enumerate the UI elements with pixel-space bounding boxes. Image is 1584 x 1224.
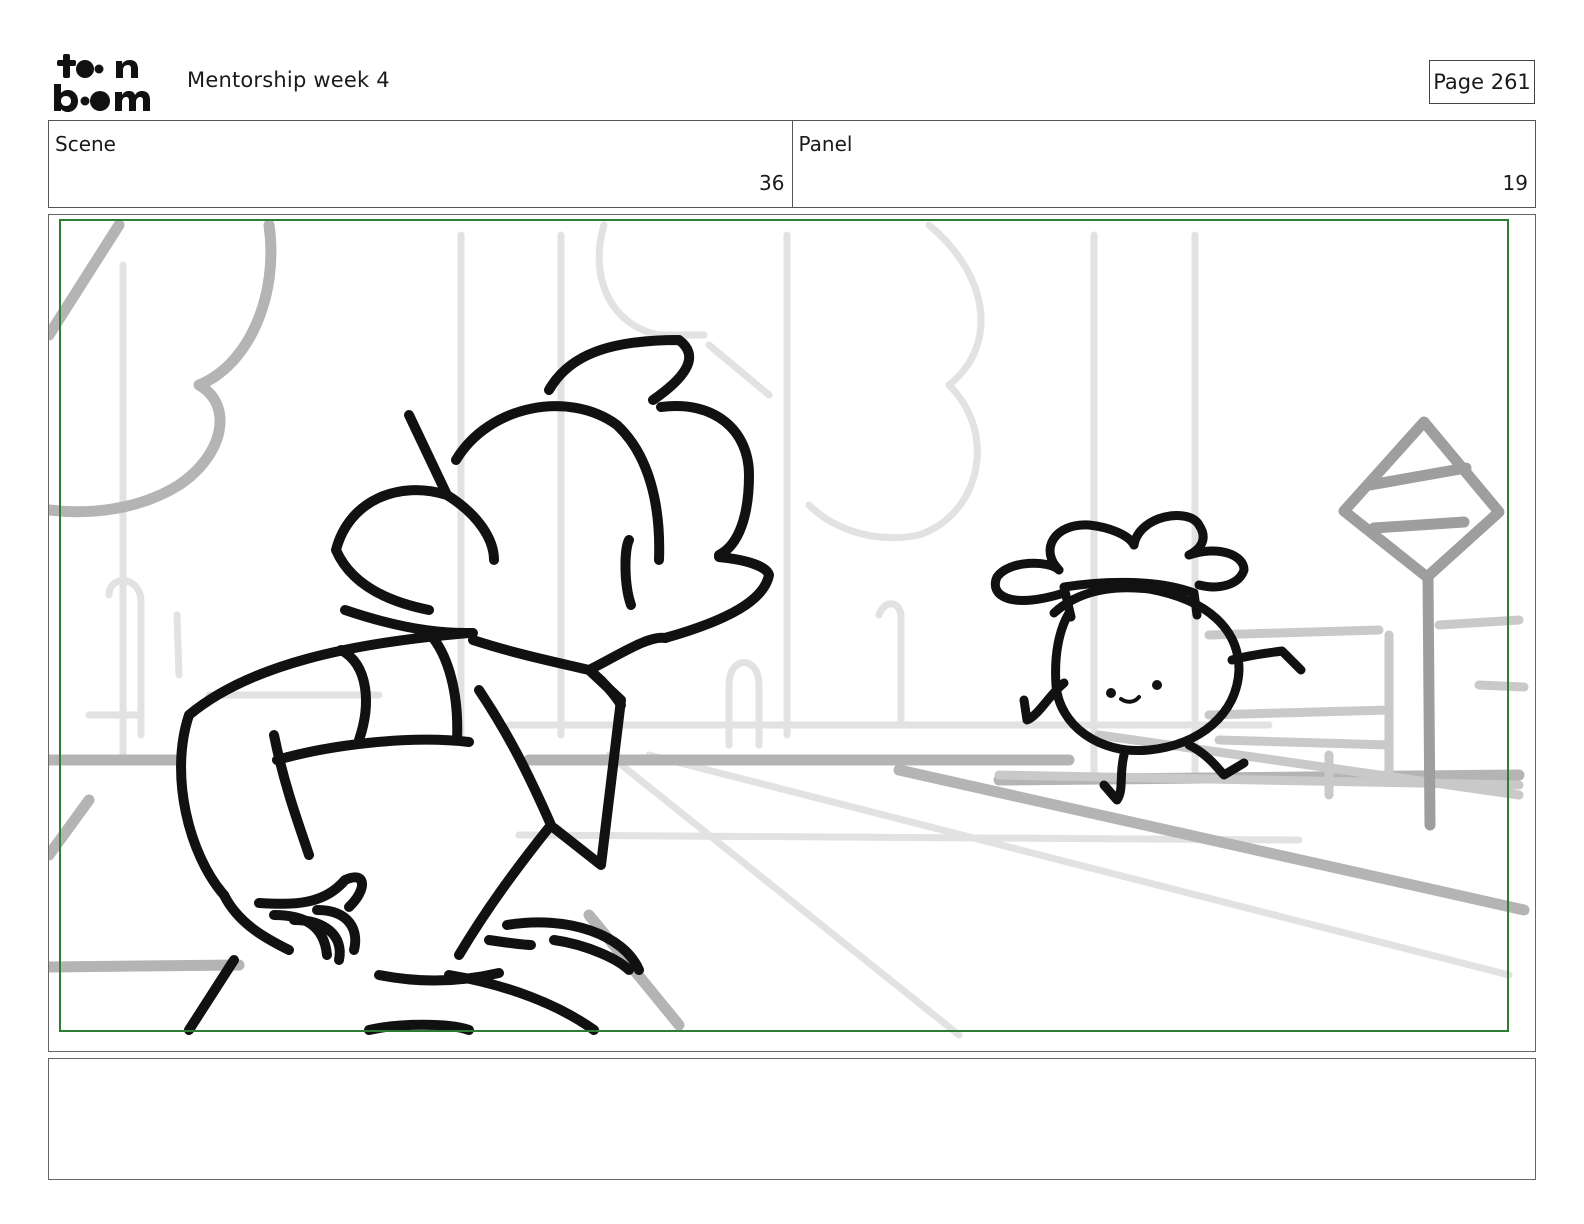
panel-number: 19 [1502, 171, 1528, 195]
storyboard-panel [48, 214, 1536, 1052]
panel-cell: Panel 19 [791, 121, 1536, 207]
scene-panel-info: Scene 36 Panel 19 [48, 120, 1536, 208]
scene-cell: Scene 36 [49, 121, 792, 207]
panel-label: Panel [798, 132, 853, 156]
project-title: Mentorship week 4 [187, 68, 390, 92]
storyboard-sketch [49, 219, 1530, 1039]
scene-number: 36 [759, 171, 785, 195]
scene-label: Scene [55, 132, 116, 156]
page-number: Page 261 [1429, 60, 1535, 104]
toon-boom-logo [54, 54, 150, 112]
panel-caption [48, 1058, 1536, 1180]
